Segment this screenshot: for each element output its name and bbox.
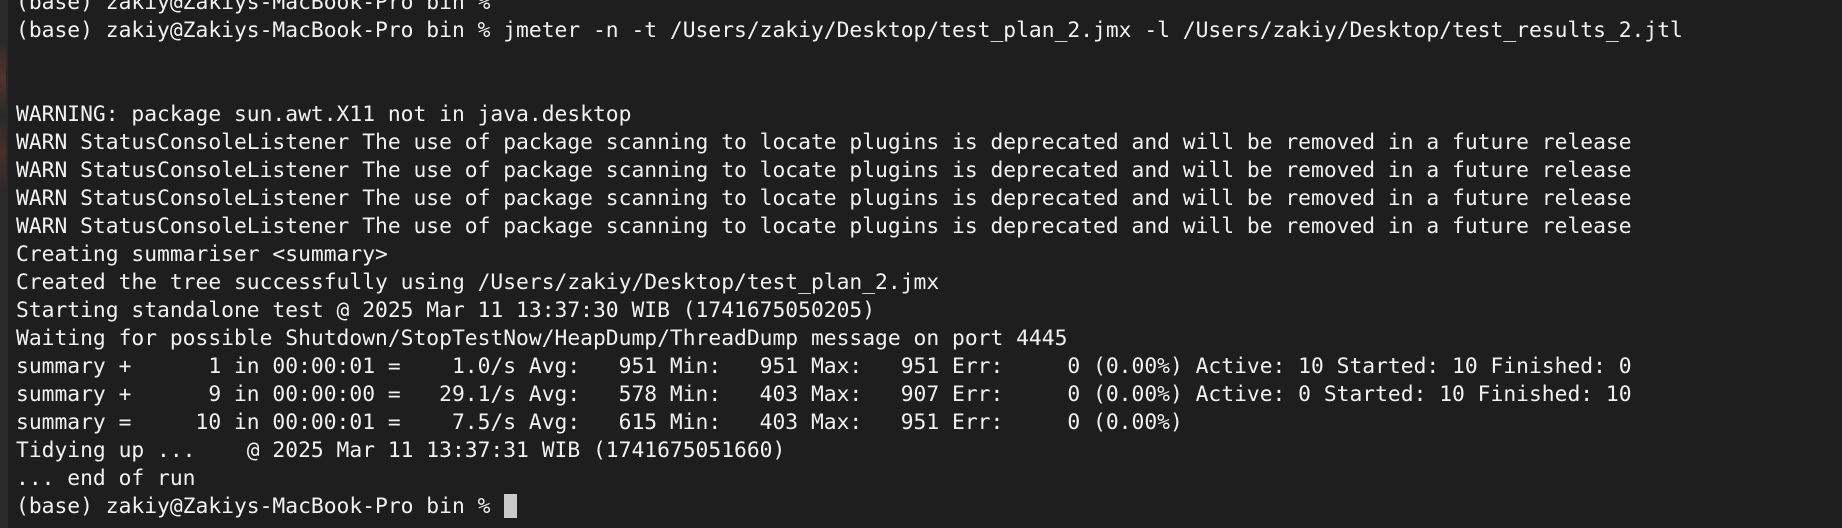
terminal-left-edge: [0, 0, 8, 528]
output-line: Created the tree successfully using /Use…: [16, 270, 940, 295]
output-line: WARN StatusConsoleListener The use of pa…: [16, 186, 1632, 211]
output-line: Starting standalone test @ 2025 Mar 11 1…: [16, 298, 876, 323]
output-line: WARN StatusConsoleListener The use of pa…: [16, 214, 1632, 239]
summary-line: summary + 1 in 00:00:01 = 1.0/s Avg: 951…: [16, 354, 1632, 379]
command-line: (base) zakiy@Zakiys-MacBook-Pro bin % jm…: [16, 18, 1683, 43]
output-line: WARN StatusConsoleListener The use of pa…: [16, 158, 1632, 183]
terminal-output: (base) zakiy@Zakiys-MacBook-Pro bin % (b…: [16, 0, 1842, 521]
left-edge-marker: [0, 40, 6, 230]
output-line: (base) zakiy@Zakiys-MacBook-Pro bin %: [16, 0, 491, 15]
summary-line: summary = 10 in 00:00:01 = 7.5/s Avg: 61…: [16, 410, 1183, 435]
summary-line: summary + 9 in 00:00:00 = 29.1/s Avg: 57…: [16, 382, 1632, 407]
text-cursor: [504, 494, 518, 518]
output-line: Waiting for possible Shutdown/StopTestNo…: [16, 326, 1068, 351]
output-line: WARNING: package sun.awt.X11 not in java…: [16, 102, 632, 127]
output-line: WARN StatusConsoleListener The use of pa…: [16, 130, 1632, 155]
output-line: Creating summariser <summary>: [16, 242, 388, 267]
shell-prompt: (base) zakiy@Zakiys-MacBook-Pro bin %: [16, 494, 504, 519]
terminal-window[interactable]: (base) zakiy@Zakiys-MacBook-Pro bin % (b…: [0, 0, 1842, 528]
output-line: ... end of run: [16, 466, 196, 491]
output-line: Tidying up ... @ 2025 Mar 11 13:37:31 WI…: [16, 438, 786, 463]
prompt-line[interactable]: (base) zakiy@Zakiys-MacBook-Pro bin %: [16, 493, 1842, 521]
